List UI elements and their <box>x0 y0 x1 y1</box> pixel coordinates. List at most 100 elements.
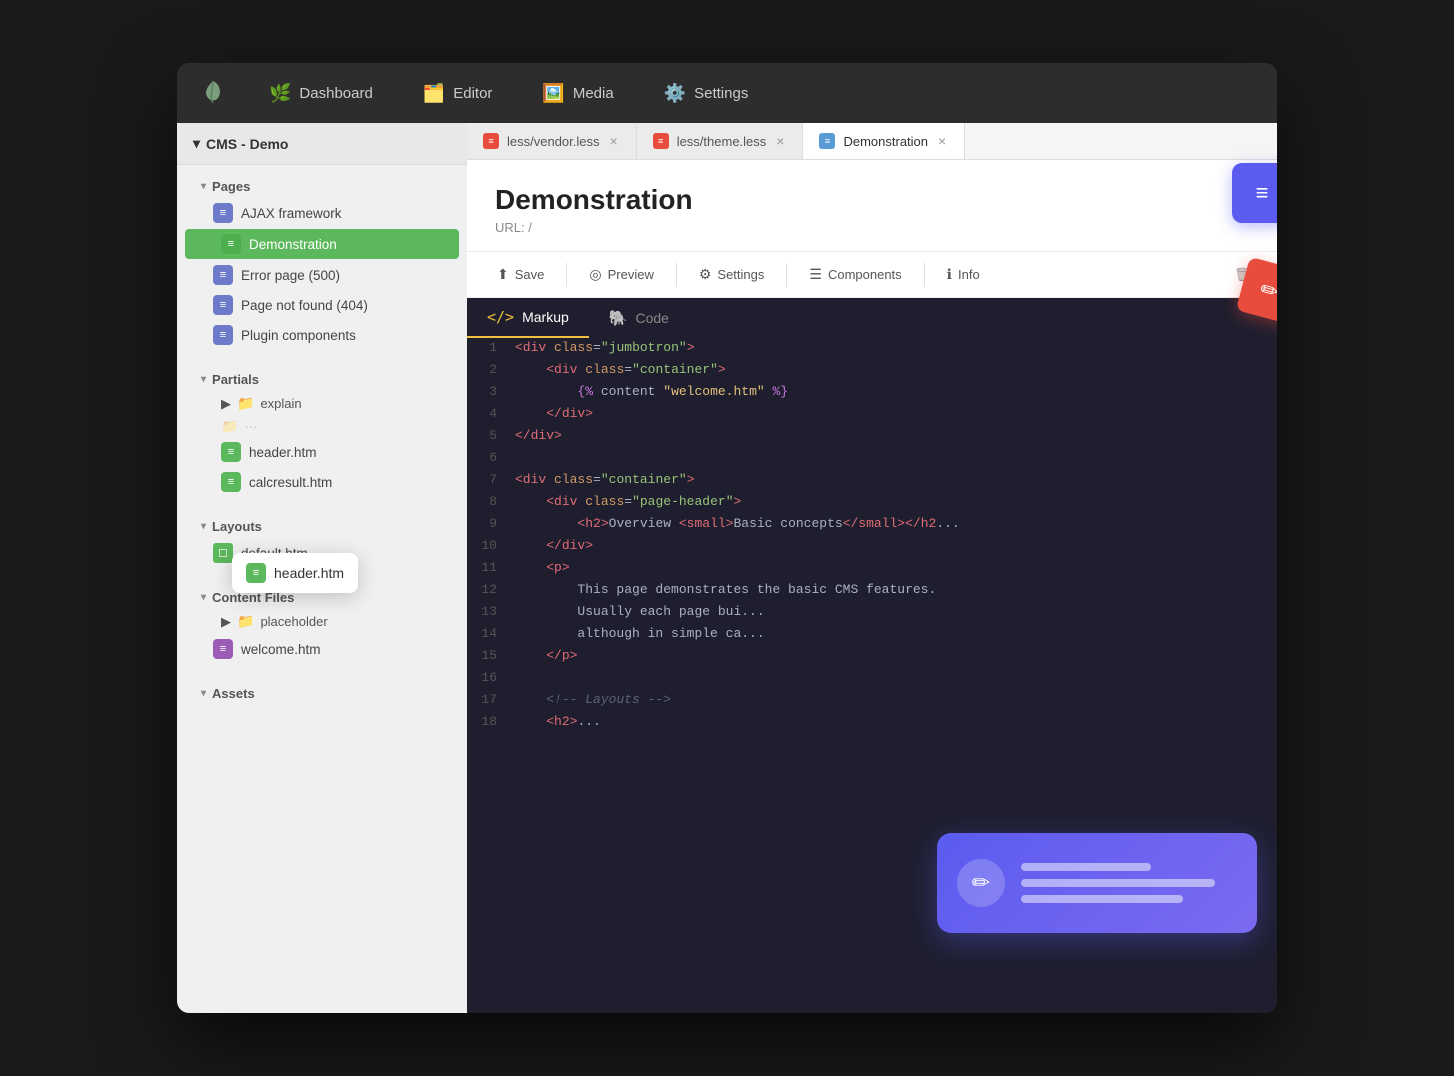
code-tab-code-label: Code <box>635 310 668 326</box>
theme-tab-close[interactable]: × <box>774 133 786 149</box>
code-line-7: 7 <div class="container"> <box>467 470 1277 492</box>
sidebar-group-partials[interactable]: ▾ Partials <box>177 366 467 391</box>
sidebar-item-header[interactable]: ≡ header.htm <box>177 437 467 467</box>
sidebar-group-layouts[interactable]: ▾ Layouts <box>177 513 467 538</box>
sidebar-item-calcresult[interactable]: ≡ calcresult.htm <box>177 467 467 497</box>
sidebar-section-partials: ▾ Partials ▶ 📁 explain 📁 ··· ≡ header.ht… <box>177 358 467 505</box>
nav-label-dashboard: Dashboard <box>299 85 372 102</box>
save-button[interactable]: ⬆ Save <box>483 260 558 289</box>
components-button[interactable]: ☰ Components <box>795 260 915 289</box>
code-line-2: 2 <div class="container"> <box>467 360 1277 382</box>
line-content-11: <p> <box>507 558 578 580</box>
sidebar-item-notfound[interactable]: ≡ Page not found (404) <box>177 290 467 320</box>
vendor-tab-label: less/vendor.less <box>507 134 600 149</box>
line-num-14: 14 <box>467 624 507 646</box>
tab-demonstration[interactable]: ≡ Demonstration × <box>803 123 965 159</box>
calc-partial-icon: ≡ <box>221 472 241 492</box>
line-content-16 <box>507 668 523 690</box>
nav-item-editor[interactable]: 🗂️ Editor <box>413 77 503 110</box>
nav-item-media[interactable]: 🖼️ Media <box>532 77 623 110</box>
sidebar-item-plugin[interactable]: ≡ Plugin components <box>177 320 467 350</box>
sidebar-root-label: CMS - Demo <box>206 136 288 152</box>
code-line-4: 4 </div> <box>467 404 1277 426</box>
info-label: Info <box>958 267 980 282</box>
other-folder-icon: 📁 <box>221 418 238 435</box>
components-label: Components <box>828 267 902 282</box>
chevron-down-icon: ▾ <box>193 135 200 152</box>
sidebar-item-welcome[interactable]: ≡ welcome.htm <box>177 634 467 664</box>
header-label: header.htm <box>249 445 317 460</box>
plugin-page-icon: ≡ <box>213 325 233 345</box>
url-label: URL: <box>495 220 525 235</box>
page-url: URL: / <box>495 220 1249 235</box>
line-content-1: <div class="jumbotron"> <box>507 338 703 360</box>
action-separator-1 <box>566 263 567 287</box>
nav-item-settings[interactable]: ⚙️ Settings <box>654 77 759 110</box>
sidebar-group-assets[interactable]: ▾ Assets <box>177 680 467 705</box>
code-line-9: 9 <h2>Overview <small>Basic concepts</sm… <box>467 514 1277 536</box>
layouts-arrow-icon: ▾ <box>201 521 206 532</box>
preview-button[interactable]: ◎ Preview <box>575 260 667 289</box>
line-content-4: </div> <box>507 404 601 426</box>
line-num-1: 1 <box>467 338 507 360</box>
line-num-8: 8 <box>467 492 507 514</box>
settings-button[interactable]: ⚙ Settings <box>685 260 779 289</box>
header-partial-icon: ≡ <box>221 442 241 462</box>
line-content-9: <h2>Overview <small>Basic concepts</smal… <box>507 514 968 536</box>
url-value: / <box>528 220 532 235</box>
line-content-18: <h2>... <box>507 712 609 734</box>
line-content-8: <div class="page-header"> <box>507 492 749 514</box>
app-window: ≡ ✏ ✏ 🌿 Dashboard 🗂️ Editor 🖼️ Media <box>177 63 1277 1013</box>
line-num-13: 13 <box>467 602 507 624</box>
nav-logo[interactable] <box>197 77 229 109</box>
sidebar-group-pages[interactable]: ▾ Pages <box>177 173 467 198</box>
deco-line-2 <box>1021 879 1215 887</box>
demonstration-page-icon: ≡ <box>221 234 241 254</box>
nav-label-editor: Editor <box>453 85 492 102</box>
line-content-7: <div class="container"> <box>507 470 703 492</box>
line-content-15: </p> <box>507 646 585 668</box>
line-num-17: 17 <box>467 690 507 712</box>
page-title: Demonstration <box>495 184 1249 216</box>
line-num-4: 4 <box>467 404 507 426</box>
code-line-1: 1 <div class="jumbotron"> <box>467 338 1277 360</box>
line-num-5: 5 <box>467 426 507 448</box>
code-tab-code[interactable]: 🐘 Code <box>589 299 689 337</box>
sidebar-subgroup-placeholder[interactable]: ▶ 📁 placeholder <box>177 609 467 634</box>
sidebar-item-demonstration[interactable]: ≡ Demonstration <box>185 229 459 259</box>
code-line-6: 6 <box>467 448 1277 470</box>
nav-label-media: Media <box>573 85 614 102</box>
line-num-16: 16 <box>467 668 507 690</box>
code-line-13: 13 Usually each page bui... <box>467 602 1277 624</box>
assets-group-label: Assets <box>212 686 255 701</box>
code-line-15: 15 </p> <box>467 646 1277 668</box>
code-line-18: 18 <h2>... <box>467 712 1277 734</box>
pages-group-label: Pages <box>212 179 250 194</box>
vendor-tab-close[interactable]: × <box>608 133 620 149</box>
markup-tab-label: Markup <box>522 309 569 325</box>
tooltip-file-icon: ≡ <box>246 563 266 583</box>
code-tab-markup[interactable]: </> Markup <box>467 298 589 338</box>
sidebar-item-ajax[interactable]: ≡ AJAX framework <box>177 198 467 228</box>
line-content-17: <!-- Layouts --> <box>507 690 679 712</box>
demo-tab-close[interactable]: × <box>936 133 948 149</box>
preview-label: Preview <box>608 267 654 282</box>
sidebar-item-error[interactable]: ≡ Error page (500) <box>177 260 467 290</box>
code-tabs: </> Markup 🐘 Code <box>467 298 1277 338</box>
deco-line-3 <box>1021 895 1183 903</box>
content-arrow-icon: ▾ <box>201 592 206 603</box>
code-line-10: 10 </div> <box>467 536 1277 558</box>
tab-bar: ≡ less/vendor.less × ≡ less/theme.less ×… <box>467 123 1277 160</box>
sidebar-subgroup-explain[interactable]: ▶ 📁 explain <box>177 391 467 416</box>
explain-folder-icon: 📁 <box>237 395 254 412</box>
settings-nav-icon: ⚙️ <box>664 83 686 104</box>
nav-label-settings: Settings <box>694 85 748 102</box>
demo-tab-label: Demonstration <box>843 134 928 149</box>
notfound-page-icon: ≡ <box>213 295 233 315</box>
nav-item-dashboard[interactable]: 🌿 Dashboard <box>259 77 383 110</box>
info-button[interactable]: ℹ Info <box>933 260 994 289</box>
tab-vendor[interactable]: ≡ less/vendor.less × <box>467 123 637 159</box>
code-line-8: 8 <div class="page-header"> <box>467 492 1277 514</box>
tab-theme[interactable]: ≡ less/theme.less × <box>637 123 804 159</box>
save-label: Save <box>515 267 545 282</box>
